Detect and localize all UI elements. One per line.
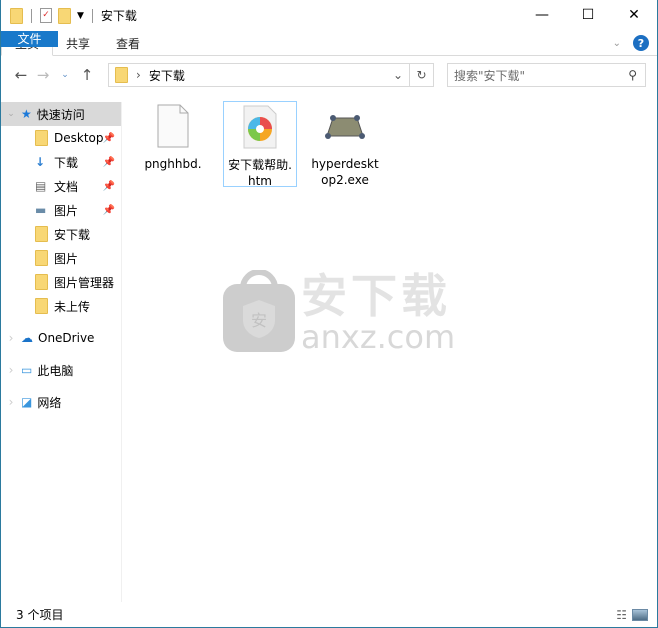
sidebar-item-picture-manager[interactable]: 图片管理器 [1,270,121,294]
sidebar-item-quick-access[interactable]: ⌄ ★ 快速访问 [1,102,121,126]
browser-file-icon [243,105,277,149]
status-bar: 3 个项目 ☷ [1,602,657,627]
pin-icon: 📌 [102,132,115,144]
expand-icon[interactable]: › [1,363,21,377]
collapse-icon[interactable]: ⌄ [1,109,21,119]
sidebar-item-pictures[interactable]: ▬ 图片 📌 [1,198,121,222]
tab-share[interactable]: 共享 [53,31,103,55]
file-item[interactable]: 安下载帮助.htm [223,101,297,188]
forward-button[interactable]: → [32,66,54,84]
sidebar-item-pictures-folder[interactable]: 图片 [1,246,121,270]
navigation-pane: ⌄ ★ 快速访问 Desktop 📌 ↓ 下载 📌 ▤ 文档 📌 ▬ 图片 📌 安下载 图片 … [1,102,122,602]
breadcrumb-separator-icon: › [136,68,141,82]
expand-icon[interactable]: › [1,331,21,345]
star-icon: ★ [21,107,32,121]
new-folder-icon[interactable] [58,7,71,24]
tab-view[interactable]: 查看 [103,31,153,55]
up-button[interactable]: ↑ [76,66,98,84]
tab-file[interactable]: 文件 [1,31,58,47]
sidebar-item-downloads[interactable]: ↓ 下载 📌 [1,150,121,174]
folder-icon [35,298,48,314]
navigation-bar: ← → ⌄ ↑ › 安下载 ⌄ ↻ 搜索"安下载" ⚲ [1,62,657,88]
watermark-cn-text: 安下载 [301,269,451,323]
minimize-button[interactable]: — [519,0,565,30]
cloud-icon: ☁ [21,331,33,345]
pin-icon: 📌 [102,156,115,168]
ribbon-tabs: 文件 主页 共享 查看 ⌄ ? [1,31,657,56]
sidebar-item-network[interactable]: › ◪ 网络 [1,390,121,414]
close-button[interactable]: ✕ [611,0,657,30]
folder-icon [10,7,23,24]
help-icon[interactable]: ? [633,35,649,51]
download-icon: ↓ [35,155,46,169]
sidebar-item-not-uploaded[interactable]: 未上传 [1,294,121,318]
large-icons-view-icon[interactable] [632,608,648,621]
blank-file-icon [157,104,189,148]
file-item[interactable]: hyperdesktop2.exe [308,104,382,188]
back-button[interactable]: ← [10,66,32,84]
watermark-en-text: anxz.com [301,318,456,356]
watermark: 安 安下载 anxz.com [221,270,455,354]
window-title: 安下载 [100,9,137,23]
refresh-button[interactable]: ↻ [410,63,434,87]
folder-icon [35,250,48,266]
customize-dropdown-icon[interactable]: ▼ [77,11,84,21]
address-dropdown-icon[interactable]: ⌄ [393,68,403,82]
recent-locations-icon[interactable]: ⌄ [54,70,76,80]
breadcrumb[interactable]: 安下载 [149,67,185,84]
shopping-bag-logo-icon: 安 [223,270,295,352]
picture-icon: ▬ [35,203,47,217]
computer-icon: ▭ [21,363,33,377]
folder-icon [35,274,48,290]
exe-app-icon [325,115,365,139]
sidebar-item-documents[interactable]: ▤ 文档 📌 [1,174,121,198]
sidebar-item-onedrive[interactable]: › ☁ OneDrive [1,326,121,350]
title-bar: ✓ ▼ 安下载 — ☐ ✕ [1,0,657,31]
pin-icon: 📌 [102,204,115,216]
details-view-icon[interactable]: ☷ [616,608,627,622]
expand-ribbon-icon[interactable]: ⌄ [613,38,621,49]
sidebar-item-anxz[interactable]: 安下载 [1,222,121,246]
file-item[interactable]: pnghhbd. [136,104,210,172]
quick-access-toolbar: ✓ ▼ [10,7,95,24]
folder-icon [115,67,128,83]
pin-icon: 📌 [102,180,115,192]
document-icon: ▤ [35,179,47,193]
expand-icon[interactable]: › [1,395,21,409]
explorer-window: ✓ ▼ 安下载 — ☐ ✕ 文件 主页 共享 查看 ⌄ ? ← → ⌄ ↑ › … [0,0,658,628]
item-count: 3 个项目 [16,608,64,622]
properties-icon[interactable]: ✓ [40,8,52,23]
maximize-button[interactable]: ☐ [565,0,611,30]
folder-icon [35,226,48,242]
folder-icon [35,130,48,146]
search-icon: ⚲ [628,68,637,82]
address-bar[interactable]: › 安下载 ⌄ [108,63,410,87]
sidebar-item-this-pc[interactable]: › ▭ 此电脑 [1,358,121,382]
network-icon: ◪ [21,395,33,409]
search-input[interactable]: 搜索"安下载" ⚲ [447,63,646,87]
sidebar-item-desktop[interactable]: Desktop 📌 [1,126,121,150]
svg-text:安: 安 [251,311,267,330]
